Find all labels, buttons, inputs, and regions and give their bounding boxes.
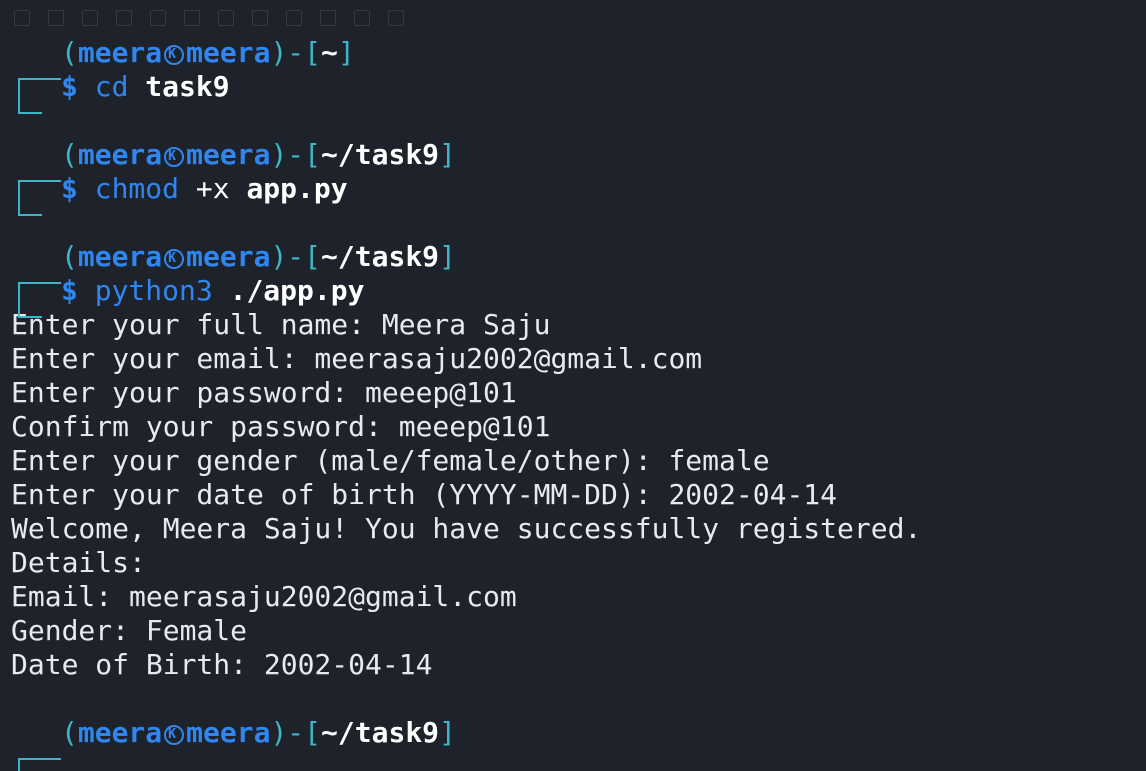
prompt-host: meera: [186, 138, 271, 171]
command-name: cd: [94, 70, 129, 103]
paren: (: [61, 240, 78, 273]
ghost-icon: [354, 10, 370, 26]
terminal-output[interactable]: (meerameera)-[~] $ cd task9 (meerameera)…: [11, 36, 1146, 771]
ghost-icon: [48, 10, 64, 26]
prompt-line: (meerameera)-[~/task9]: [11, 716, 1146, 771]
paren: ]: [439, 240, 456, 273]
prompt-host: meera: [186, 240, 271, 273]
prompt-user: meera: [77, 36, 163, 69]
paren: )-[: [270, 240, 322, 273]
output-line: Enter your password: meeep@101: [11, 376, 517, 409]
paren: (: [61, 36, 78, 69]
command-line: $ cd task9: [11, 70, 1146, 114]
output-line: Confirm your password: meeep@101: [11, 410, 551, 443]
output-line: Welcome, Meera Saju! You have successful…: [11, 512, 922, 545]
prompt-dir: ~: [321, 36, 338, 69]
prompt-user: meera: [77, 716, 163, 749]
output-line: Details:: [11, 546, 146, 579]
prompt-dollar: $: [61, 172, 78, 205]
prompt-dollar: $: [61, 70, 78, 103]
prompt-user: meera: [77, 240, 163, 273]
paren: (: [61, 716, 78, 749]
output-line: Gender: Female: [11, 614, 248, 647]
paren: )-[: [270, 138, 322, 171]
prompt-dir: ~/task9: [321, 138, 440, 171]
output-line: Enter your gender (male/female/other): f…: [11, 444, 770, 477]
prompt-user: meera: [77, 138, 163, 171]
output-line: Email: meerasaju2002@gmail.com: [11, 580, 517, 613]
command-name: python3: [94, 274, 213, 307]
prompt-host: meera: [186, 36, 271, 69]
paren: ]: [337, 36, 355, 69]
paren: )-[: [270, 716, 322, 749]
output-line: Enter your full name: Meera Saju: [11, 308, 551, 341]
prompt-dollar: $: [61, 274, 78, 307]
output-line: Date of Birth: 2002-04-14: [11, 648, 433, 681]
command-arg: app.py: [246, 172, 348, 205]
ghost-icon: [184, 10, 200, 26]
paren: (: [61, 138, 78, 171]
prompt-line: (meerameera)-[~/task9]: [11, 240, 1146, 316]
command-name: chmod: [94, 172, 180, 205]
ghost-icon: [116, 10, 132, 26]
ghost-icon: [82, 10, 98, 26]
prompt-dir: ~/task9: [321, 240, 440, 273]
kali-at-icon: [164, 38, 185, 72]
ghost-icon: [388, 10, 404, 26]
command-flag: +x: [195, 172, 230, 205]
ghost-icon: [320, 10, 336, 26]
background-toolbar: [14, 10, 404, 32]
prompt-host: meera: [186, 716, 271, 749]
ghost-icon: [14, 10, 30, 26]
kali-at-icon: [164, 140, 185, 174]
prompt-dir: ~/task9: [321, 716, 440, 749]
paren: ]: [439, 138, 456, 171]
kali-at-icon: [164, 242, 185, 276]
kali-at-icon: [164, 718, 185, 752]
paren: ]: [439, 716, 456, 749]
prompt-line: (meerameera)-[~/task9]: [11, 138, 1146, 214]
output-line: Enter your date of birth (YYYY-MM-DD): 2…: [11, 478, 838, 511]
paren: )-[: [270, 36, 322, 69]
command-line: $ python3 ./app.py: [11, 274, 1146, 318]
command-arg: ./app.py: [229, 274, 365, 307]
prompt-line: (meerameera)-[~]: [11, 36, 1146, 112]
ghost-icon: [150, 10, 166, 26]
ghost-icon: [218, 10, 234, 26]
command-arg: task9: [145, 70, 230, 103]
ghost-icon: [286, 10, 302, 26]
output-line: Enter your email: meerasaju2002@gmail.co…: [11, 342, 703, 375]
ghost-icon: [252, 10, 268, 26]
command-line: $ chmod +x app.py: [11, 172, 1146, 216]
